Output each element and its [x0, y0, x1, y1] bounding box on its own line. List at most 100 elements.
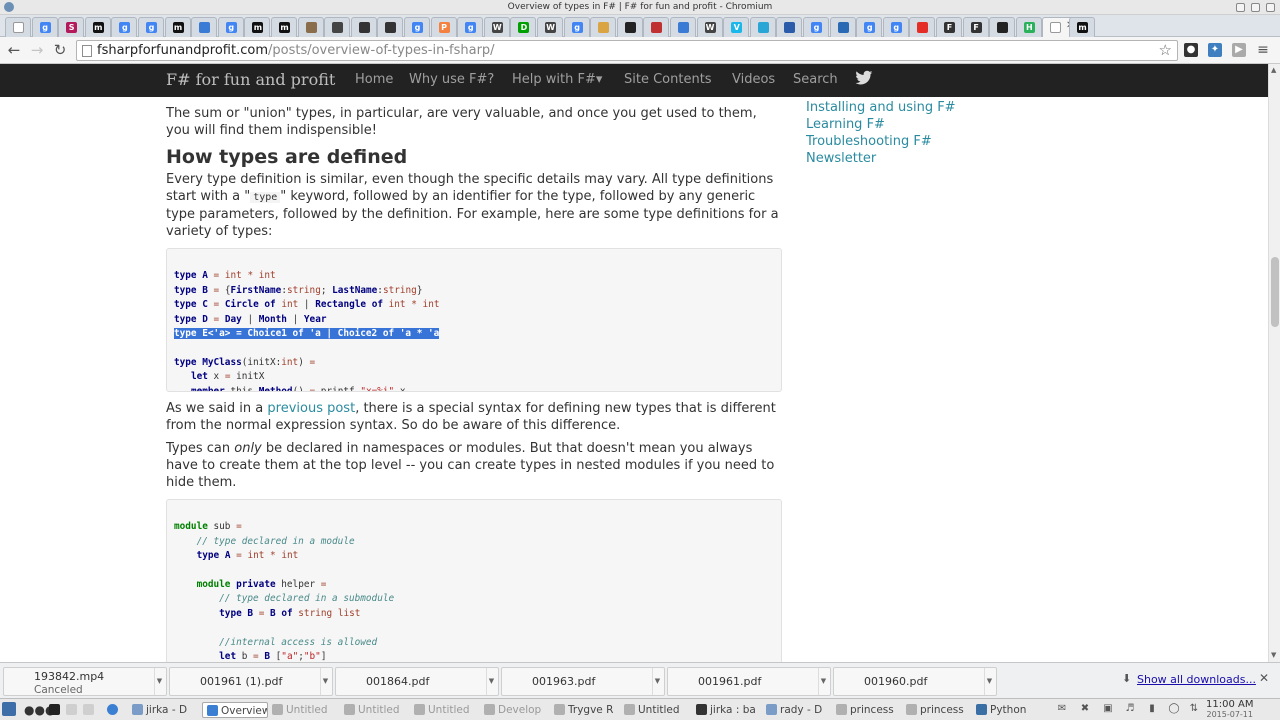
- scroll-down-icon[interactable]: ▼: [1271, 651, 1276, 659]
- star-icon[interactable]: ☆: [1159, 41, 1172, 59]
- bell-icon[interactable]: ✉: [1056, 703, 1068, 715]
- browser-tab[interactable]: V: [723, 17, 750, 37]
- sidebar-link-troubleshooting[interactable]: Troubleshooting F#: [806, 133, 966, 150]
- taskbar-window-button[interactable]: Python: [976, 702, 1042, 718]
- browser-tab[interactable]: P: [430, 17, 457, 37]
- sidebar-link-newsletter[interactable]: Newsletter: [806, 150, 966, 167]
- battery-icon[interactable]: ▮: [1146, 703, 1158, 715]
- download-item[interactable]: 193842.mp4 Canceled ▼: [3, 667, 167, 696]
- browser-tab[interactable]: g: [803, 17, 829, 37]
- start-menu-icon[interactable]: [2, 702, 18, 718]
- volume-icon[interactable]: ♬: [1124, 703, 1136, 715]
- nav-home[interactable]: Home: [355, 72, 393, 87]
- nav-videos[interactable]: Videos: [732, 72, 775, 87]
- browser-tab[interactable]: m: [271, 17, 297, 37]
- browser-tab[interactable]: [749, 17, 776, 37]
- scroll-up-icon[interactable]: ▲: [1271, 66, 1276, 74]
- megaphone-icon[interactable]: ▶: [1232, 43, 1246, 57]
- browser-tab[interactable]: D: [510, 17, 537, 37]
- sidebar-link-learning[interactable]: Learning F#: [806, 116, 966, 133]
- taskbar-window-button[interactable]: princess: [836, 702, 902, 718]
- browser-tab[interactable]: [297, 17, 324, 37]
- browser-tab[interactable]: [191, 17, 218, 37]
- chevron-down-icon[interactable]: ▼: [652, 668, 662, 695]
- window-maximize-button[interactable]: [1251, 3, 1260, 12]
- browser-tab[interactable]: [643, 17, 670, 37]
- taskbar-window-button[interactable]: Overview: [202, 702, 268, 718]
- chevron-down-icon[interactable]: ▼: [320, 668, 330, 695]
- browser-launcher-icon[interactable]: [107, 702, 121, 718]
- browser-tab[interactable]: g: [457, 17, 484, 37]
- browser-tab[interactable]: S: [58, 17, 85, 37]
- workspace-2-icon[interactable]: [66, 702, 80, 718]
- pocket-icon[interactable]: ●: [1184, 43, 1198, 57]
- scrollbar-thumb[interactable]: [1271, 257, 1279, 327]
- browser-tab[interactable]: g: [31, 17, 58, 37]
- taskbar-window-button[interactable]: Untitled: [344, 702, 410, 718]
- window-close-button[interactable]: [1266, 3, 1275, 12]
- close-icon[interactable]: ✕: [1259, 671, 1269, 685]
- taskbar-window-button[interactable]: jirka - D: [132, 702, 198, 718]
- browser-tab[interactable]: g: [882, 17, 909, 37]
- browser-tab[interactable]: [829, 17, 856, 37]
- taskbar-window-button[interactable]: Trygve R: [554, 702, 620, 718]
- reload-icon[interactable]: ↻: [51, 41, 69, 59]
- nav-why-use-fsharp[interactable]: Why use F#?: [409, 72, 494, 87]
- browser-tab[interactable]: W: [696, 17, 723, 37]
- taskbar-window-button[interactable]: jirka : ba: [696, 702, 762, 718]
- browser-tab[interactable]: [776, 17, 803, 37]
- taskbar-window-button[interactable]: princess: [906, 702, 972, 718]
- clock[interactable]: 11:00 AM 2015-07-11: [1206, 700, 1253, 720]
- browser-tab[interactable]: W: [537, 17, 563, 37]
- browser-tab[interactable]: F: [962, 17, 989, 37]
- code-block[interactable]: type A = int * int type B = {FirstName:st…: [166, 248, 782, 392]
- browser-tab[interactable]: m: [244, 17, 271, 37]
- browser-tab[interactable]: g: [138, 17, 164, 37]
- chevron-down-icon[interactable]: ▼: [486, 668, 496, 695]
- network-icon[interactable]: ⇅: [1188, 703, 1200, 715]
- taskbar-window-button[interactable]: Untitled: [414, 702, 480, 718]
- browser-tab[interactable]: [670, 17, 696, 37]
- nav-help-with-fsharp[interactable]: Help with F#▾: [512, 72, 602, 87]
- taskbar-window-button[interactable]: Untitled: [624, 702, 690, 718]
- browser-tab[interactable]: [590, 17, 617, 37]
- workspace-1-icon[interactable]: [49, 702, 63, 718]
- address-bar[interactable]: fsharpforfunandprofit.com/posts/overview…: [76, 40, 1178, 61]
- browser-tab[interactable]: [350, 17, 377, 37]
- wifi-icon[interactable]: ◯: [1168, 703, 1180, 715]
- browser-tab[interactable]: [616, 17, 643, 37]
- previous-post-link[interactable]: previous post: [267, 401, 355, 416]
- nav-site-contents[interactable]: Site Contents: [624, 72, 712, 87]
- back-arrow-icon[interactable]: ←: [5, 41, 23, 59]
- browser-tab[interactable]: g: [856, 17, 883, 37]
- site-brand[interactable]: F# for fun and profit: [166, 70, 335, 89]
- browser-tab[interactable]: g: [404, 17, 430, 37]
- browser-tab[interactable]: F: [936, 17, 962, 37]
- browser-tab[interactable]: m: [164, 17, 191, 37]
- show-all-downloads-link[interactable]: Show all downloads...: [1137, 673, 1256, 686]
- browser-tab[interactable]: m: [1069, 17, 1095, 37]
- download-item[interactable]: 001963.pdf ▼: [501, 667, 665, 696]
- tools-tray-icon[interactable]: ✖: [1079, 703, 1091, 715]
- address-url[interactable]: fsharpforfunandprofit.com/posts/overview…: [97, 43, 495, 58]
- menu-icon[interactable]: ≡: [1256, 43, 1270, 57]
- browser-tab[interactable]: [5, 17, 31, 37]
- code-block[interactable]: module sub = // type declared in a modul…: [166, 499, 782, 662]
- chevron-down-icon[interactable]: ▼: [984, 668, 994, 695]
- taskbar-window-button[interactable]: rady - D: [766, 702, 832, 718]
- forward-arrow-icon[interactable]: →: [28, 41, 46, 59]
- workspace-3-icon[interactable]: [83, 702, 97, 718]
- download-item[interactable]: 001864.pdf ▼: [335, 667, 499, 696]
- window-minimize-button[interactable]: [1236, 3, 1245, 12]
- browser-tab[interactable]: [989, 17, 1016, 37]
- download-item[interactable]: 001961 (1).pdf ▼: [169, 667, 333, 696]
- twitter-icon[interactable]: [855, 70, 873, 86]
- browser-tab[interactable]: W: [483, 17, 510, 37]
- browser-tab[interactable]: g: [217, 17, 244, 37]
- browser-tab[interactable]: m: [84, 17, 111, 37]
- taskbar-window-button[interactable]: Develop: [484, 702, 550, 718]
- download-item[interactable]: 001961.pdf ▼: [667, 667, 831, 696]
- display-icon[interactable]: ▣: [1102, 703, 1114, 715]
- browser-tab[interactable]: [324, 17, 351, 37]
- sidebar-link-installing[interactable]: Installing and using F#: [806, 99, 966, 116]
